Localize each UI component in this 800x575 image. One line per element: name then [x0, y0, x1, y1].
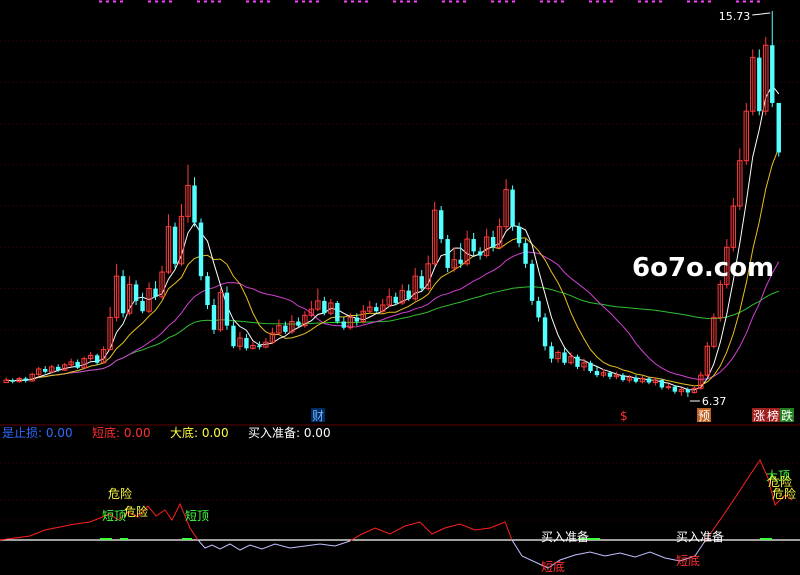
- candle-body: [172, 226, 178, 264]
- signal-duanding: 短顶: [185, 509, 209, 523]
- candle-body: [406, 290, 411, 299]
- candle-body: [510, 189, 515, 227]
- signal-mairuzhunbei: 买入准备: [541, 530, 589, 544]
- candle-body: [244, 338, 249, 349]
- candle-body: [198, 222, 204, 277]
- high-price-label: 15.73: [719, 10, 751, 23]
- candle-body: [770, 45, 775, 103]
- candle-body: [75, 361, 80, 368]
- candle-body: [516, 226, 522, 244]
- candle-body: [523, 243, 528, 264]
- candle-body: [283, 325, 288, 332]
- candle-body: [672, 386, 678, 392]
- legend-item: 短底: 0.00: [92, 425, 151, 440]
- candle-body: [140, 300, 145, 312]
- zhang-marker: 涨: [753, 408, 765, 423]
- candle-body: [607, 372, 613, 377]
- candle-body: [374, 307, 379, 312]
- legend-item: 是止损: 0.00: [2, 426, 73, 440]
- candle-body: [776, 102, 781, 153]
- candle-body: [153, 288, 158, 297]
- candle-body: [445, 239, 450, 268]
- candle-body: [10, 380, 15, 382]
- candle-body: [562, 352, 567, 363]
- candle-body: [419, 276, 424, 289]
- candle-body: [42, 368, 48, 372]
- legend-item: 大底: 0.00: [170, 425, 229, 440]
- candle-body: [205, 276, 210, 306]
- candle-body: [620, 375, 626, 381]
- candle-body: [477, 251, 483, 256]
- candle-body: [257, 345, 262, 348]
- watermark-text: 6o7o.com: [632, 253, 774, 283]
- candle-body: [211, 305, 217, 330]
- candle-body: [393, 296, 398, 303]
- legend-item: 买入准备: 0.00: [248, 426, 331, 440]
- kline-chart[interactable]: 15.73 6.37 6o7o.com 财 $ 预 涨榜跌是止损: 0.00 短底: 0.00…: [0, 0, 800, 575]
- candle-body: [594, 371, 600, 376]
- candle-body: [341, 321, 347, 328]
- candle-body: [685, 389, 691, 393]
- candle-body: [633, 377, 639, 382]
- dollar-marker: $: [620, 409, 628, 423]
- die-marker: 跌: [781, 408, 793, 423]
- candle-body: [322, 300, 327, 314]
- signal-duandi: 短底: [676, 553, 700, 568]
- candle-body: [490, 236, 496, 248]
- candle-body: [354, 317, 360, 322]
- signal-weixian: 危险: [772, 486, 796, 501]
- candle-body: [542, 317, 548, 347]
- low-price-label: 6.37: [702, 395, 727, 408]
- candle-body: [665, 386, 672, 389]
- candle-body: [133, 284, 139, 301]
- candle-body: [438, 210, 444, 240]
- candle-body: [458, 259, 463, 264]
- candle-body: [55, 366, 61, 371]
- candle-body: [23, 378, 28, 381]
- candle-body: [529, 263, 535, 301]
- bang-marker: 榜: [767, 408, 779, 423]
- yu-marker: 预: [698, 409, 710, 423]
- cai-marker: 财: [312, 409, 324, 423]
- candle-body: [120, 276, 126, 314]
- signal-mairuzhunbei: 买入准备: [676, 530, 724, 544]
- candle-body: [575, 356, 580, 367]
- candle-body: [296, 321, 301, 326]
- candle-body: [192, 185, 197, 223]
- candle-body: [335, 302, 340, 322]
- candle-body: [588, 362, 593, 372]
- signal-weixian: 危险: [108, 486, 132, 501]
- candle-body: [659, 380, 665, 388]
- candle-body: [757, 57, 762, 112]
- candle-body: [471, 239, 476, 252]
- candle-body: [224, 292, 230, 326]
- candle-body: [646, 378, 652, 383]
- signal-weixian: 危险: [124, 504, 148, 519]
- candle-body: [549, 346, 554, 359]
- candle-body: [231, 325, 236, 347]
- signal-duandi: 短底: [541, 559, 565, 574]
- candle-body: [536, 300, 541, 318]
- candle-body: [94, 355, 100, 363]
- signal-duanding: 短顶: [102, 509, 126, 523]
